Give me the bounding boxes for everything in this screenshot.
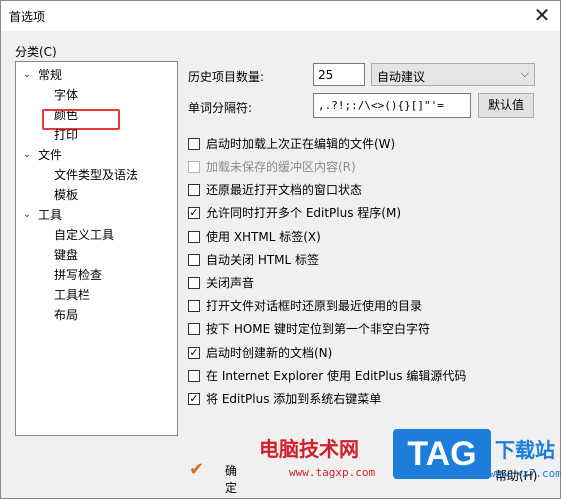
tree-item-font[interactable]: 字体	[54, 86, 78, 104]
tree-item-file[interactable]: 文件	[38, 146, 62, 164]
option-label: 还原最近打开文档的窗口状态	[206, 183, 363, 197]
option-label: 加载未保存的缓冲区内容(R)	[206, 160, 356, 174]
option-label: 按下 HOME 键时定位到第一个非空白字符	[206, 322, 431, 336]
checkbox[interactable]	[188, 254, 200, 266]
checkbox[interactable]	[188, 231, 200, 243]
checkbox[interactable]	[188, 323, 200, 335]
checkbox-checked[interactable]: ✓	[188, 207, 200, 219]
tree-item-tools[interactable]: 工具	[38, 206, 62, 224]
option-label: 关闭声音	[206, 276, 255, 290]
option-label: 启动时创建新的文档(N)	[206, 346, 333, 360]
window-title: 首选项	[9, 10, 46, 24]
ok-label: 确定	[225, 464, 238, 495]
expand-caret-icon[interactable]: ⌄	[22, 149, 32, 160]
option-label: 启动时加载上次正在编辑的文件(W)	[206, 137, 396, 151]
expand-caret-icon[interactable]: ⌄	[22, 69, 32, 80]
checkbox[interactable]	[188, 184, 200, 196]
option-label: 将 EditPlus 添加到系统右键菜单	[206, 392, 382, 406]
history-count-label: 历史项目数量:	[188, 70, 265, 84]
watermark-site-url: www.tagxp.com	[289, 466, 376, 479]
tree-item-general[interactable]: 常规	[38, 66, 62, 84]
preferences-dialog: 首选项 ✕ 分类(C) ⌄ 常规 字体 颜色 打印 ⌄ 文件 文件类型及语法 模…	[0, 0, 561, 499]
delimiter-label: 单词分隔符:	[188, 101, 253, 115]
tree-item-user-tools[interactable]: 自定义工具	[54, 226, 114, 244]
checkbox[interactable]	[188, 300, 200, 312]
default-button[interactable]: 默认值	[478, 93, 534, 118]
category-label: 分类(C)	[15, 45, 57, 59]
checkbox[interactable]	[188, 370, 200, 382]
tree-item-keyboard[interactable]: 键盘	[54, 246, 78, 264]
expand-caret-icon[interactable]: ⌄	[22, 209, 32, 220]
option-label: 使用 XHTML 标签(X)	[206, 230, 321, 244]
option-label: 自动关闭 HTML 标签	[206, 253, 320, 267]
close-icon[interactable]: ✕	[530, 4, 554, 26]
option-label: 允许同时打开多个 EditPlus 程序(M)	[206, 206, 402, 220]
tree-item-spell-check[interactable]: 拼写检查	[54, 266, 102, 284]
tree-item-templates[interactable]: 模板	[54, 186, 78, 204]
checkbox[interactable]	[188, 138, 200, 150]
tree-item-toolbar[interactable]: 工具栏	[54, 286, 90, 304]
title-bar: 首选项 ✕	[1, 1, 560, 31]
delimiter-input[interactable]: ,.?!;:/\<>(){}[]"'=	[313, 93, 471, 118]
chevron-down-icon: ⌵	[520, 67, 529, 80]
history-mode-select[interactable]: 自动建议 ⌵	[371, 63, 535, 86]
option-label: 在 Internet Explorer 使用 EditPlus 编辑源代码	[206, 369, 467, 383]
history-mode-value: 自动建议	[377, 70, 426, 84]
checkbox	[188, 161, 200, 173]
category-tree[interactable]: ⌄ 常规 字体 颜色 打印 ⌄ 文件 文件类型及语法 模板 ⌄ 工具 自定义工具…	[15, 61, 178, 436]
watermark-site-name: 电脑技术网	[259, 437, 359, 461]
watermark-logo: TAG	[393, 429, 491, 479]
checkmark-icon: ✔	[189, 459, 205, 480]
checkbox[interactable]	[188, 277, 200, 289]
history-count-input[interactable]: 25	[313, 63, 365, 86]
checkbox-checked[interactable]: ✓	[188, 393, 200, 405]
option-label: 打开文件对话框时还原到最近使用的目录	[206, 299, 423, 313]
tree-item-layout[interactable]: 布局	[54, 306, 78, 324]
tree-item-file-types[interactable]: 文件类型及语法	[54, 166, 138, 184]
watermark-brand: 下载站	[495, 438, 555, 462]
watermark-brand-url: www.xz7.com	[489, 467, 561, 480]
checkbox-checked[interactable]: ✓	[188, 347, 200, 359]
tree-item-print[interactable]: 打印	[54, 126, 78, 144]
